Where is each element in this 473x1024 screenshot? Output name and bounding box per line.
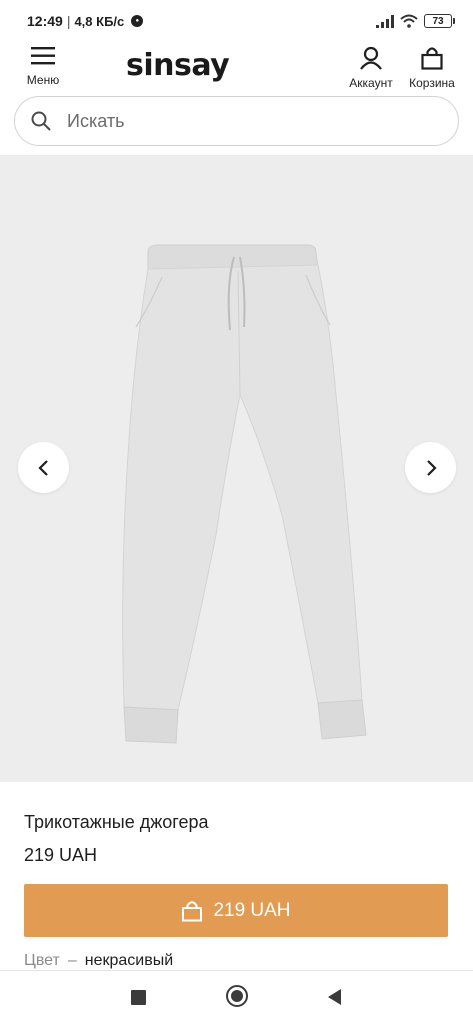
gallery-prev-button[interactable] (18, 442, 69, 493)
battery-icon: 73 (424, 14, 455, 28)
chevron-right-icon (426, 459, 437, 476)
status-right: 73 (376, 14, 455, 28)
account-label: Аккаунт (349, 76, 393, 90)
status-left: 12:49 | 4,8 КБ/с ● (27, 13, 144, 29)
recent-apps-button[interactable] (131, 990, 146, 1005)
color-value: некрасивый (84, 952, 174, 969)
wifi-icon (400, 14, 418, 28)
user-icon (360, 46, 382, 70)
battery-tip (453, 18, 455, 24)
network-speed: 4,8 КБ/с (74, 13, 125, 29)
hamburger-icon (31, 47, 55, 65)
status-separator: | (66, 13, 71, 29)
account-button[interactable]: Аккаунт (344, 46, 398, 90)
menu-button[interactable]: Меню (22, 46, 64, 87)
search-icon (31, 111, 51, 131)
gallery-next-button[interactable] (405, 442, 456, 493)
battery-level: 73 (424, 14, 452, 28)
color-dash: – (67, 952, 77, 969)
color-label: Цвет (24, 952, 60, 969)
sinsay-logo[interactable]: sinsay (126, 48, 230, 83)
product-image (122, 244, 367, 744)
signal-icon (376, 14, 394, 28)
site-header: Меню sinsay Аккаунт Корзина (0, 42, 473, 90)
cart-label: Корзина (409, 76, 455, 90)
system-nav-bar (0, 970, 473, 1024)
notification-icon: ● (131, 15, 144, 27)
menu-label: Меню (26, 73, 60, 87)
product-title: Трикотажные джогера (24, 812, 209, 832)
cart-button[interactable]: Корзина (403, 46, 461, 90)
add-to-cart-label: 219 UAH (213, 899, 291, 921)
chevron-left-icon (37, 459, 48, 476)
status-bar: 12:49 | 4,8 КБ/с ● 73 (0, 0, 473, 42)
shopping-bag-icon (421, 47, 443, 70)
search-bar[interactable] (14, 96, 459, 146)
back-button[interactable] (326, 988, 342, 1006)
status-time: 12:49 (27, 13, 63, 29)
add-to-cart-button[interactable]: 219 UAH (24, 884, 448, 937)
product-price: 219 UAH (24, 845, 98, 865)
color-row: Цвет – некрасивый (24, 952, 173, 970)
home-button[interactable] (226, 985, 248, 1007)
shopping-bag-icon (182, 900, 203, 921)
search-input[interactable] (67, 110, 407, 132)
product-gallery[interactable] (0, 155, 473, 782)
